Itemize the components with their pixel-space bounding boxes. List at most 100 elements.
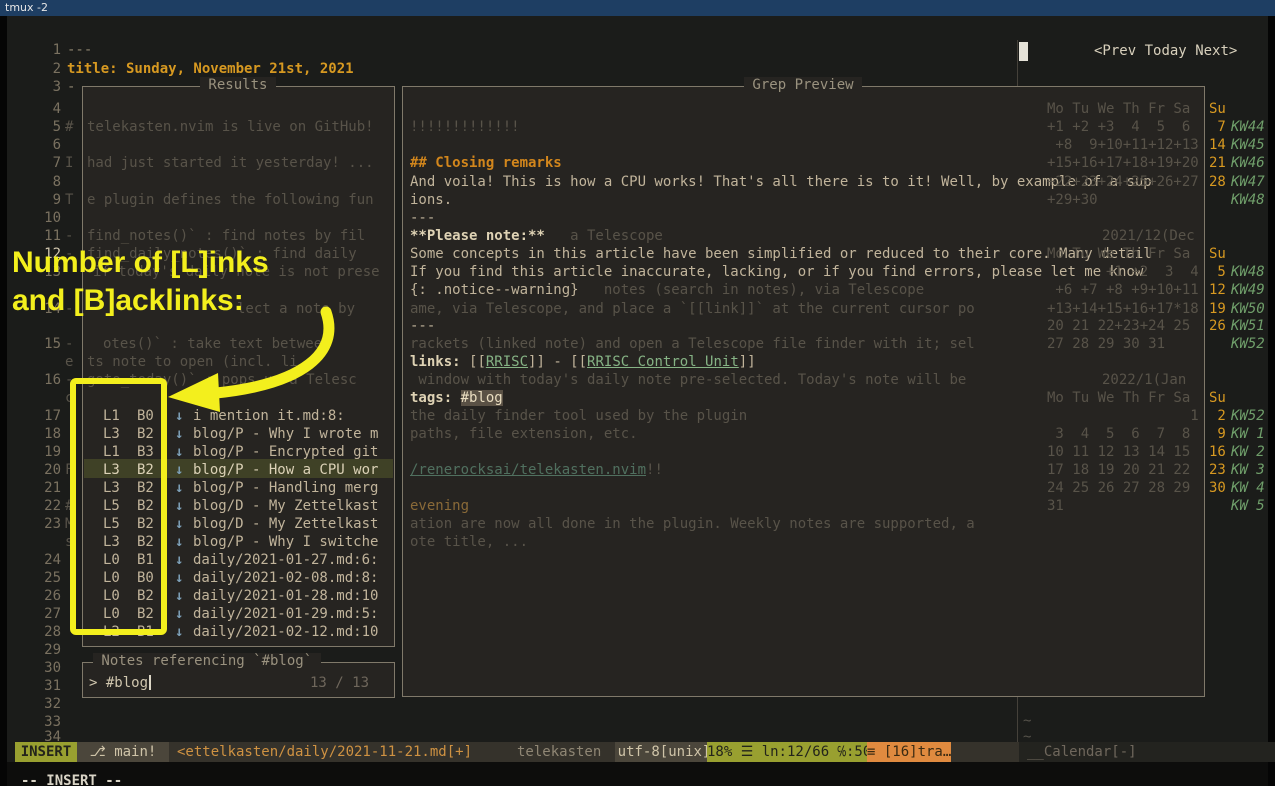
editor-area: Results Grep Preview Notes referencing `… [7,16,1268,778]
preview-text: If you find this article inaccurate, lac… [410,264,1152,280]
result-link-count: L3 [103,425,120,443]
calendar-week-days[interactable]: 31 [1047,497,1064,515]
preview-line: Some concepts in this article have been … [410,245,1152,263]
down-arrow-icon: ↓ [175,497,183,515]
down-arrow-icon: ↓ [175,461,183,479]
result-item[interactable]: blog/P - Encrypted git [193,443,378,461]
results-window-title: Results [200,77,276,93]
result-item[interactable]: blog/P - Why I switche [193,533,378,551]
calendar-week-days[interactable]: 3 4 5 6 7 8 [1047,425,1190,443]
results-bg-text: find_daily_notes()` : find daily [87,245,357,263]
result-link-count: L0 [103,569,120,587]
preview-text: ation are now all done in the plugin. We… [410,516,975,532]
result-item[interactable]: blog/P - Handling merg [193,479,378,497]
calendar-week-days[interactable]: +1 +2 +3 4 5 6 [1047,118,1190,136]
calendar-sunday-day[interactable]: 7 [1209,118,1226,136]
preview-text: [[ [469,354,486,370]
line-number: 32 [35,695,61,713]
result-item[interactable]: daily/2021-02-12.md:10 [193,623,378,641]
result-backlink-count: B2 [137,425,154,443]
result-item[interactable]: blog/P - How a CPU wor [193,461,378,479]
calendar-sunday-day[interactable]: 2 [1209,407,1226,425]
calendar-sunday-day[interactable]: 12 [1209,281,1226,299]
line-number: 27 [35,605,61,623]
preview-line: --- [410,317,435,335]
result-item[interactable]: blog/D - My Zettelkast [193,497,378,515]
encoding: utf-8[unix] [615,742,713,762]
result-backlink-count: B2 [137,479,154,497]
line-number: 16 [35,371,61,389]
calendar-week-days[interactable]: +29+30 [1047,191,1098,209]
calendar-week-number: KW50 [1231,300,1265,318]
calendar-week-days[interactable]: 17 18 19 20 21 22 [1047,461,1190,479]
preview-text: notes (search in notes), via Telescope [579,282,925,298]
result-item[interactable]: daily/2021-01-27.md:6: [193,551,378,569]
calendar-week-number: KW49 [1231,281,1265,299]
preview-text: tags: [410,390,461,406]
result-item[interactable]: i mention it.md:8: [193,407,345,425]
wiki-link: RRISC [486,354,528,370]
preview-text: ions. [410,192,452,208]
preview-text: {: .notice--warning} [410,282,579,298]
result-item[interactable]: blog/D - My Zettelkast [193,515,378,533]
line-number: 25 [35,569,61,587]
line-number: 9 [35,191,61,209]
line-number: 10 [35,209,61,227]
today-button[interactable]: Today [1145,43,1187,59]
prev-button[interactable]: <Prev [1094,43,1136,59]
calendar-window-status: __Calendar[-] [1019,742,1275,762]
preview-line: And voila! This is how a CPU works! That… [410,173,1152,191]
line-number: 1 [35,41,61,59]
result-item[interactable]: blog/P - Why I wrote m [193,425,378,443]
preview-line: ation are now all done in the plugin. We… [410,515,975,533]
preview-line: the daily finder tool used by the plugin [410,407,747,425]
calendar-sunday-day[interactable]: 21 [1209,154,1226,172]
buffer-line: title: Sunday, November 21st, 2021 [67,60,354,78]
calendar-sunday-day[interactable]: 14 [1209,136,1226,154]
down-arrow-icon: ↓ [175,443,183,461]
calendar-week-days[interactable]: 20 21 22+23+24 25 [1047,317,1190,335]
calendar-week-days[interactable]: 10 11 12 13 14 15 [1047,443,1190,461]
calendar-sunday-header: Su [1209,100,1226,118]
calendar-week-number: KW 3 [1231,461,1265,479]
calendar-week-number: KW44 [1231,118,1265,136]
calendar-week-days[interactable]: +22+23+24+25+26+27 [1047,173,1199,191]
buffer-text-fragment: - [65,371,73,389]
wiki-link: RRISC Control Unit [587,354,739,370]
buffer-text-fragment: T [65,191,73,209]
calendar-sunday-day[interactable]: 16 [1209,443,1226,461]
result-backlink-count: B1 [137,623,154,641]
result-item[interactable]: daily/2021-01-29.md:5: [193,605,378,623]
calendar-sunday-day[interactable]: 9 [1209,425,1226,443]
line-number: 24 [35,551,61,569]
result-item[interactable]: daily/2021-02-08.md:8: [193,569,378,587]
calendar-week-days[interactable]: +1 +2 3 4 [1047,263,1199,281]
result-link-count: L3 [103,533,120,551]
calendar-sunday-day[interactable]: 23 [1209,461,1226,479]
result-item[interactable]: daily/2021-01-28.md:10 [193,587,378,605]
results-bg-text: ts note to open (incl. li [87,353,298,371]
calendar-week-days[interactable]: +6 +7 +8 +9+10+11 [1047,281,1199,299]
line-number: 14 [35,300,61,318]
calendar-week-days[interactable]: 24 25 26 27 28 29 [1047,479,1190,497]
calendar-sunday-day[interactable]: 28 [1209,173,1226,191]
mode-indicator: INSERT [15,742,77,762]
line-number: 22 [35,497,61,515]
calendar-week-days[interactable]: +15+16+17+18+19+20 [1047,154,1199,172]
calendar-week-days[interactable]: 27 28 29 30 31 [1047,335,1165,353]
buffer-text-fragment: - [65,227,73,245]
calendar-sunday-day[interactable]: 30 [1209,479,1226,497]
calendar-sunday-day[interactable]: 19 [1209,300,1226,318]
preview-text: !!!!!!!!!!!!! [410,119,520,135]
calendar-sunday-day[interactable]: 5 [1209,263,1226,281]
preview-line: ame, via Telescope, and place a `[[link]… [410,300,975,318]
search-input[interactable]: > #blog [89,674,148,692]
preview-text: the daily finder tool used by the plugin [410,408,747,424]
result-backlink-count: B1 [137,551,154,569]
calendar-sunday-day[interactable]: 26 [1209,317,1226,335]
calendar-week-days[interactable]: +13+14+15+16+17*18 [1047,300,1199,318]
next-button[interactable]: Next> [1195,43,1237,59]
calendar-week-days[interactable]: +8 9+10+11+12+13 [1047,136,1199,154]
preview-text: !! [646,462,663,478]
calendar-week-days[interactable]: 1 [1047,407,1199,425]
